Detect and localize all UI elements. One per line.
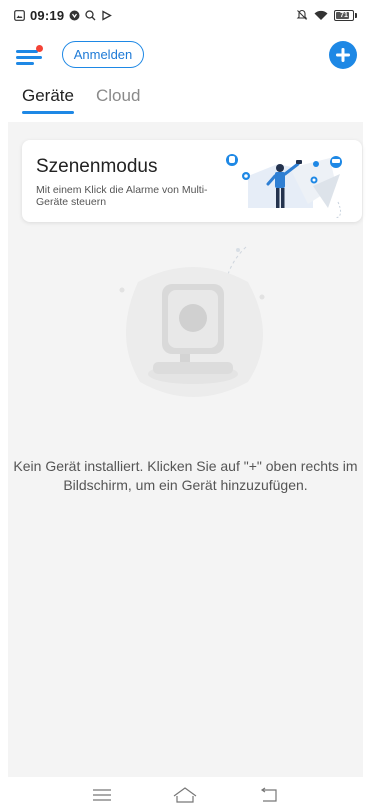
empty-camera-illustration-icon: [119, 246, 265, 397]
nav-menu-button[interactable]: [87, 783, 117, 807]
plus-icon: [336, 48, 350, 62]
clock: 09:19: [30, 7, 65, 23]
play-notification-icon: [101, 9, 113, 21]
image-notification-icon: [14, 9, 25, 21]
menu-icon: [16, 45, 43, 65]
battery-level: 71: [340, 11, 348, 19]
status-bar: 09:19 71: [0, 0, 371, 30]
scene-mode-description: Mit einem Klick die Alarme von Multi-Ger…: [36, 184, 208, 208]
scene-mode-card[interactable]: Szenenmodus Mit einem Klick die Alarme v…: [22, 140, 362, 222]
device-list-area: Szenenmodus Mit einem Klick die Alarme v…: [8, 122, 363, 777]
search-notification-icon: [85, 9, 96, 21]
tab-devices-label: Geräte: [22, 86, 74, 105]
tab-devices[interactable]: Geräte: [22, 86, 74, 114]
tab-cloud-label: Cloud: [95, 86, 141, 105]
nav-home-button[interactable]: [170, 783, 200, 807]
back-icon: [261, 787, 277, 802]
empty-state-message: Kein Gerät installiert. Klicken Sie auf …: [13, 458, 358, 493]
notification-dot: [36, 45, 43, 52]
tab-cloud[interactable]: Cloud: [96, 86, 140, 114]
home-icon: [174, 787, 197, 803]
scene-illustration-icon: [226, 154, 342, 218]
active-tab-indicator: [22, 111, 74, 114]
status-right: 71: [296, 9, 357, 21]
menu-button[interactable]: [16, 44, 44, 68]
scene-mode-title: Szenenmodus: [36, 156, 158, 177]
status-left: 09:19: [14, 7, 113, 23]
add-device-button[interactable]: [329, 41, 357, 69]
tab-bar: Geräte Cloud: [22, 86, 140, 114]
battery-icon: 71: [334, 9, 357, 21]
wifi-icon: [314, 10, 328, 21]
mute-icon: [296, 9, 308, 21]
app-header: Anmelden: [0, 38, 371, 72]
menu-lines-icon: [92, 789, 111, 801]
system-navigation-bar: [0, 780, 371, 810]
nav-back-button[interactable]: [254, 783, 284, 807]
dnd-icon: [69, 10, 80, 21]
login-button[interactable]: Anmelden: [62, 41, 144, 68]
